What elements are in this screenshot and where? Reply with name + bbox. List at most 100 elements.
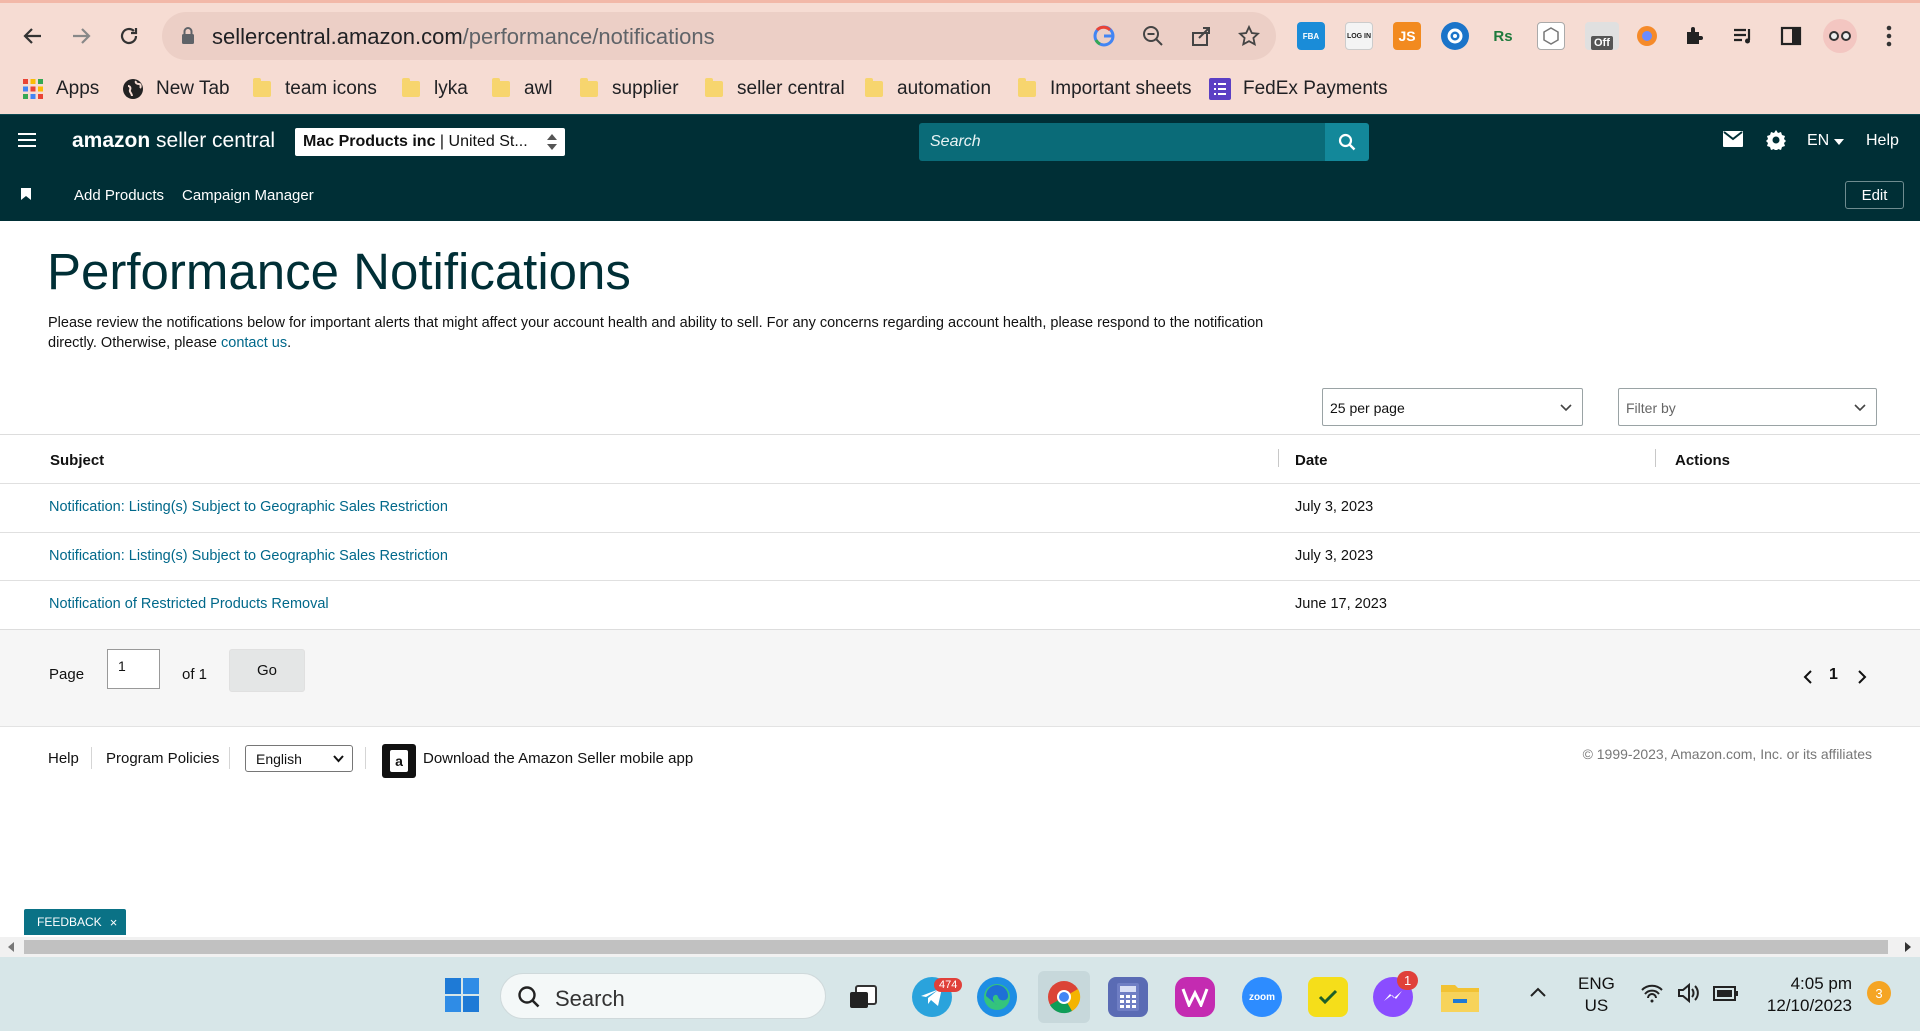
footer-language-select[interactable]: English [245,745,353,772]
footer-help-link[interactable]: Help [48,750,79,767]
file-explorer-icon[interactable] [1440,977,1480,1017]
search-button[interactable] [1325,123,1369,161]
clock[interactable]: 4:05 pm 12/10/2023 [1760,973,1852,1017]
rs-extension-icon[interactable]: Rs [1489,22,1517,50]
task-view-icon[interactable] [843,977,883,1017]
go-button[interactable]: Go [229,649,305,692]
campaign-manager-link[interactable]: Campaign Manager [182,187,314,204]
media-queue-icon[interactable] [1729,22,1757,50]
toggle-extension-icon[interactable]: Off [1585,22,1619,50]
chrome-taskbar-icon[interactable] [1038,971,1090,1023]
bookmark-icon[interactable] [21,188,31,200]
bookmark-fedex-payments[interactable]: FedEx Payments [1209,74,1388,104]
wifi-icon[interactable] [1640,983,1664,1003]
sticky-notes-icon[interactable] [1308,977,1348,1017]
back-button[interactable] [16,19,50,53]
bookmark-apps[interactable]: Apps [22,74,99,104]
per-page-select[interactable]: 25 per page [1322,388,1583,426]
seller-central-logo[interactable]: amazon seller central [72,129,275,153]
amazon-app-icon[interactable]: a [382,744,416,778]
column-divider[interactable] [1278,449,1279,467]
add-products-link[interactable]: Add Products [74,187,164,204]
search-icon [518,986,540,1008]
download-app-link[interactable]: Download the Amazon Seller mobile app [423,750,693,767]
scrollbar-thumb[interactable] [24,940,1888,954]
table-row: Notification of Restricted Products Remo… [0,580,1920,628]
edit-shortcuts-button[interactable]: Edit [1845,181,1904,209]
notification-date: July 3, 2023 [1295,499,1374,515]
wps-office-icon[interactable] [1175,977,1215,1017]
fox-extension-icon[interactable] [1633,22,1661,50]
extensions-puzzle-icon[interactable] [1681,22,1709,50]
cube-extension-icon[interactable] [1537,22,1565,50]
program-policies-link[interactable]: Program Policies [106,750,219,767]
page-number-input[interactable]: 1 [107,649,160,689]
zoom-app-icon[interactable]: zoom [1242,977,1282,1017]
notification-count-badge[interactable]: 3 [1867,981,1891,1005]
bookmark-new-tab[interactable]: New Tab [122,74,230,104]
help-link[interactable]: Help [1866,132,1899,150]
browser-menu-icon[interactable] [1872,19,1906,53]
share-icon[interactable] [1187,22,1215,50]
table-row: Notification: Listing(s) Subject to Geog… [0,532,1920,580]
address-bar[interactable]: sellercentral.amazon.com/performance/not… [162,12,1276,60]
search-input[interactable]: Search [919,123,1325,161]
scroll-right-arrow-icon[interactable] [1905,942,1911,952]
chevron-down-icon [333,755,344,763]
zoom-out-icon[interactable] [1139,22,1167,50]
js-extension-icon[interactable]: JS [1393,22,1421,50]
globe-icon [123,79,143,99]
notification-subject-link[interactable]: Notification: Listing(s) Subject to Geog… [49,499,448,515]
keyboard-language-indicator[interactable]: ENG US [1578,973,1615,1017]
side-panel-icon[interactable] [1777,22,1805,50]
bookmark-lyka[interactable]: lyka [402,74,468,104]
reload-button[interactable] [112,19,146,53]
column-header-date[interactable]: Date [1295,452,1328,469]
chevron-left-icon[interactable] [1803,670,1813,684]
profile-avatar[interactable] [1823,19,1857,53]
column-divider[interactable] [1655,449,1656,467]
bookmark-automation[interactable]: automation [865,74,991,104]
bookmark-seller-central[interactable]: seller central [705,74,845,104]
scroll-left-arrow-icon[interactable] [8,942,14,952]
language-menu[interactable]: EN [1807,132,1844,150]
off-badge: Off [1591,36,1613,50]
windows-start-icon[interactable] [442,975,482,1015]
chevron-right-icon[interactable] [1857,670,1867,684]
settings-gear-icon[interactable] [1766,130,1786,155]
edge-browser-icon[interactable] [977,977,1017,1017]
fba-extension-icon[interactable]: FBA [1297,22,1325,50]
volume-icon[interactable] [1677,982,1701,1004]
contact-us-link[interactable]: contact us [221,335,287,351]
battery-icon[interactable] [1713,984,1739,1002]
bookmark-supplier[interactable]: supplier [580,74,679,104]
notification-subject-link[interactable]: Notification: Listing(s) Subject to Geog… [49,548,448,564]
folder-icon [253,78,271,97]
bookmark-team-icons[interactable]: team icons [253,74,377,104]
horizontal-scrollbar[interactable] [0,937,1920,957]
google-lens-icon[interactable] [1090,22,1118,50]
chevron-down-icon [1560,404,1572,412]
forward-button[interactable] [64,19,98,53]
filter-by-select[interactable]: Filter by [1618,388,1877,426]
login-extension-icon[interactable]: LOG IN [1345,22,1373,50]
bookmark-important-sheets[interactable]: Important sheets [1018,74,1192,104]
close-icon[interactable]: × [110,915,118,930]
page-description: Please review the notifications below fo… [48,315,1264,351]
folder-icon [705,78,723,97]
bookmark-awl[interactable]: awl [492,74,553,104]
target-extension-icon[interactable] [1441,22,1469,50]
chevron-up-icon[interactable] [1530,987,1546,997]
taskbar-search[interactable]: Search [500,973,826,1019]
feedback-tab[interactable]: FEEDBACK × [24,909,126,935]
bookmark-star-icon[interactable] [1235,22,1263,50]
copyright-text: © 1999-2023, Amazon.com, Inc. or its aff… [1582,746,1872,762]
page-title: Performance Notifications [47,243,631,300]
hamburger-menu-icon[interactable] [18,133,36,147]
browser-toolbar: sellercentral.amazon.com/performance/not… [0,0,1920,66]
account-switcher[interactable]: Mac Products inc | United St... [295,128,565,156]
calculator-icon[interactable] [1108,977,1148,1017]
back-arrow-icon [23,28,41,44]
mail-icon[interactable] [1723,131,1743,152]
notification-subject-link[interactable]: Notification of Restricted Products Remo… [49,596,329,612]
